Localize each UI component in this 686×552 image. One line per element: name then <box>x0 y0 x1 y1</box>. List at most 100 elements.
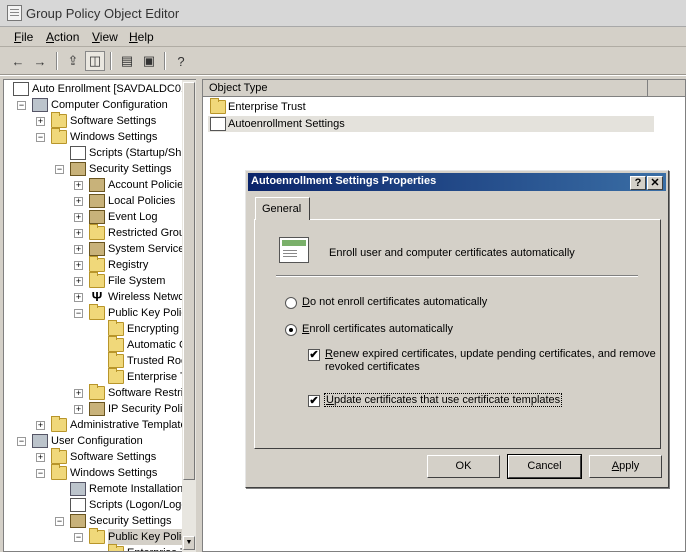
menu-help[interactable]: Help <box>129 30 154 44</box>
expand-icon[interactable]: + <box>74 293 83 302</box>
collapse-icon[interactable]: − <box>36 469 45 478</box>
tree-item-label: Computer Configuration <box>51 99 168 111</box>
expand-icon[interactable]: + <box>74 405 83 414</box>
cancel-button[interactable]: Cancel <box>507 454 582 479</box>
tree-item[interactable]: + Local Policies <box>4 193 194 209</box>
expand-icon[interactable]: + <box>36 117 45 126</box>
menu-action[interactable]: Action <box>46 30 79 44</box>
do-not-enroll-radio[interactable] <box>285 297 297 309</box>
ok-button[interactable]: OK <box>427 455 500 478</box>
column-separator[interactable] <box>647 80 648 97</box>
tree-item[interactable]: + Account Policies <box>4 177 194 193</box>
update-templates-label[interactable]: Update certificates that use certificate… <box>324 393 563 407</box>
tree-item[interactable]: Auto Enrollment [SAVDALDC01. <box>4 81 194 97</box>
tree-item[interactable]: − Windows Settings <box>4 464 194 481</box>
tree-item-label: File System <box>108 275 166 287</box>
tree-item[interactable]: − Public Key Polici <box>4 528 194 545</box>
tree-item[interactable]: Scripts (Startup/Shu <box>4 145 194 161</box>
scroll-down-arrow-icon[interactable]: ▼ <box>183 536 195 550</box>
tree-item-label: Software Settings <box>70 451 157 463</box>
folder-icon <box>51 128 67 144</box>
tree-item[interactable]: Encrypting I <box>4 320 194 337</box>
renew-expired-checkbox[interactable]: ✔ <box>308 349 320 361</box>
expand-icon[interactable]: + <box>36 453 45 462</box>
tree-item[interactable]: + Software Settings <box>4 448 194 465</box>
expand-icon[interactable]: + <box>74 229 83 238</box>
do-not-enroll-label[interactable]: Do not enroll certificates automatically <box>302 296 487 308</box>
dialog-description: Enroll user and computer certificates au… <box>329 247 575 259</box>
up-folder-icon[interactable]: ⇪ <box>63 51 83 71</box>
tree-item[interactable]: − Security Settings <box>4 161 194 177</box>
folder-icon <box>89 272 105 288</box>
show-hide-tree-icon[interactable]: ◫ <box>85 51 105 71</box>
tree-item-label: Remote Installation <box>89 483 184 495</box>
export-list-icon[interactable]: ▣ <box>139 51 159 71</box>
expand-icon[interactable]: + <box>74 277 83 286</box>
tree-item[interactable]: Scripts (Logon/Logc <box>4 497 194 513</box>
expand-icon[interactable]: + <box>74 389 83 398</box>
tree-item[interactable]: − Public Key Polici <box>4 304 194 321</box>
close-button[interactable]: ✕ <box>647 176 663 190</box>
tree-item[interactable]: + Restricted Grou <box>4 224 194 241</box>
toolbar-separator <box>164 52 166 70</box>
tree-item[interactable]: + File System <box>4 272 194 289</box>
tree-item[interactable]: + Event Log <box>4 209 194 225</box>
folder-icon <box>108 544 124 551</box>
tree-item[interactable]: + Ψ Wireless Netwo <box>4 289 194 305</box>
expand-icon[interactable]: + <box>36 421 45 430</box>
list-item-label: Autoenrollment Settings <box>228 118 345 130</box>
menu-file[interactable]: File <box>14 30 33 44</box>
folder-icon <box>51 448 67 464</box>
collapse-icon[interactable]: − <box>17 437 26 446</box>
tree-item[interactable]: Enterprise T <box>4 368 194 385</box>
back-icon[interactable]: ← <box>8 51 28 71</box>
column-header-object-type[interactable]: Object Type <box>203 80 685 97</box>
tree-item[interactable]: − User Configuration <box>4 433 194 449</box>
tree-item[interactable]: Automatic C <box>4 336 194 353</box>
collapse-icon[interactable]: − <box>74 533 83 542</box>
tree-item[interactable]: + Registry <box>4 256 194 273</box>
tree-item[interactable]: + System Services <box>4 241 194 257</box>
collapse-icon[interactable]: − <box>55 165 64 174</box>
tree-item[interactable]: − Windows Settings <box>4 128 194 145</box>
forward-icon[interactable]: → <box>30 51 50 71</box>
update-templates-checkbox[interactable]: ✔ <box>308 395 320 407</box>
tree-item-label: Scripts (Startup/Shu <box>89 147 188 159</box>
tab-general[interactable]: General <box>255 197 310 220</box>
tree-item-label: System Services <box>108 243 190 255</box>
collapse-icon[interactable]: − <box>74 309 83 318</box>
tree-item[interactable]: Remote Installation <box>4 481 194 497</box>
properties-icon[interactable]: ▤ <box>117 51 137 71</box>
tree-item-label: Encrypting I <box>127 323 186 335</box>
tree-item[interactable]: + Software Settings <box>4 112 194 129</box>
help-button[interactable]: ? <box>630 176 646 190</box>
collapse-icon[interactable]: − <box>17 101 26 110</box>
enroll-automatically-label[interactable]: Enroll certificates automatically <box>302 323 453 335</box>
expand-icon[interactable]: + <box>74 213 83 222</box>
expand-icon[interactable]: + <box>74 261 83 270</box>
enroll-automatically-radio[interactable] <box>285 324 297 336</box>
expand-icon[interactable]: + <box>74 181 83 190</box>
expand-icon[interactable]: + <box>74 197 83 206</box>
collapse-icon[interactable]: − <box>55 517 64 526</box>
tree-scrollbar[interactable]: ▼ <box>182 80 196 552</box>
tree-pane: Auto Enrollment [SAVDALDC01. − Computer Co… <box>3 79 196 552</box>
tree-item[interactable]: + Software Restri <box>4 384 194 401</box>
tree-item[interactable]: + IP Security Polic <box>4 401 194 417</box>
tree-item[interactable]: + Administrative Template <box>4 416 194 433</box>
tree-item[interactable]: − Computer Configuration <box>4 97 194 113</box>
tree-item[interactable]: Trusted Roo <box>4 352 194 369</box>
apply-button[interactable]: Apply <box>589 455 662 478</box>
list-item[interactable]: Enterprise Trust <box>208 98 654 115</box>
tree-item[interactable]: Enterprise T <box>4 544 194 551</box>
menu-view[interactable]: View <box>92 30 118 44</box>
expand-icon[interactable]: + <box>74 245 83 254</box>
tree-item-label: Software Settings <box>70 115 157 127</box>
security-icon <box>70 514 86 528</box>
collapse-icon[interactable]: − <box>36 133 45 142</box>
list-item[interactable]: Autoenrollment Settings <box>208 116 654 132</box>
tree-item[interactable]: − Security Settings <box>4 513 194 529</box>
scrollbar-thumb[interactable] <box>183 82 195 480</box>
renew-expired-label[interactable]: Renew expired certificates, update pendi… <box>325 348 656 374</box>
help-icon[interactable]: ? <box>171 51 191 71</box>
